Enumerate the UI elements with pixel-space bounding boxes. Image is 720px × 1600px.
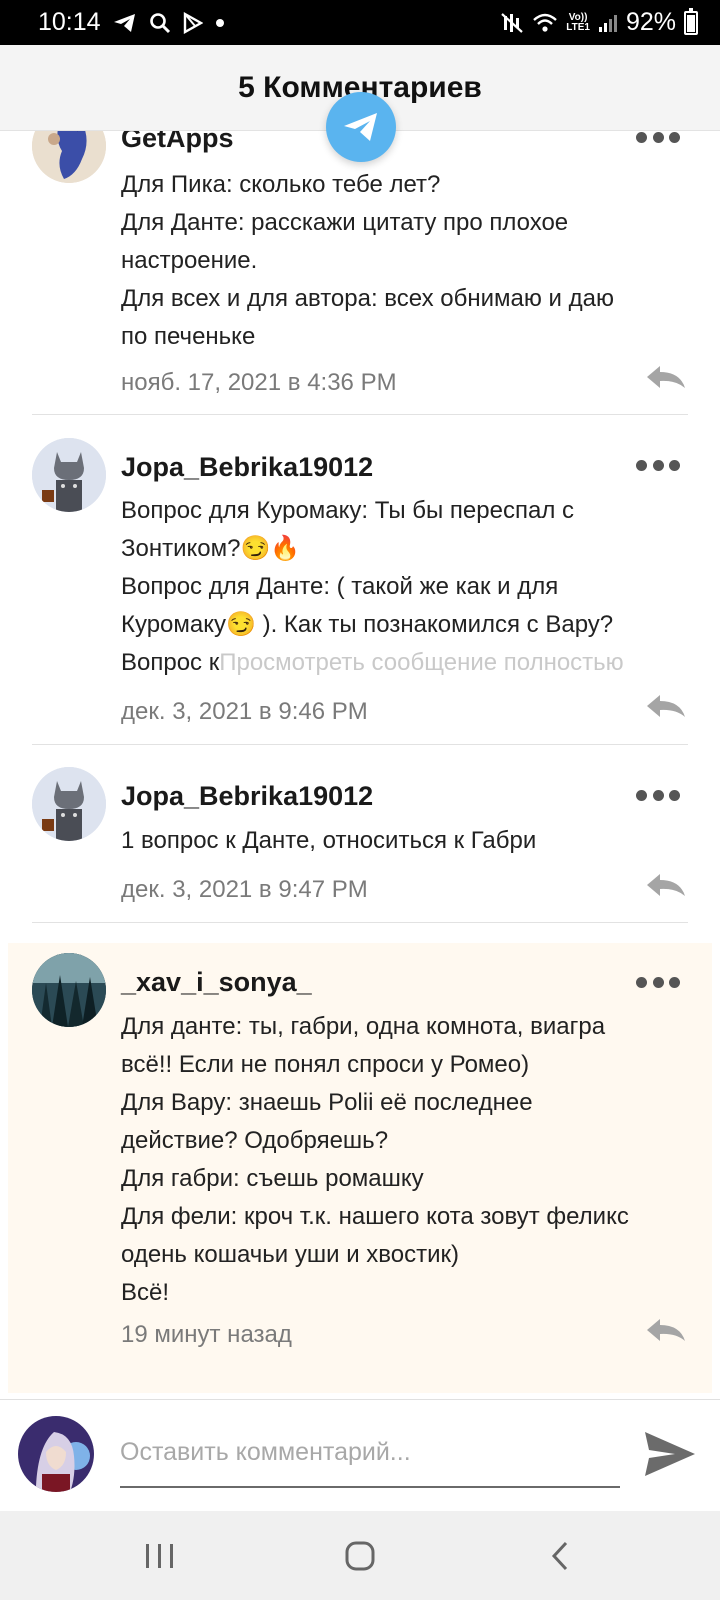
recent-apps-button[interactable]	[120, 1526, 200, 1586]
comment-body: 1 вопрос к Данте, относиться к Габри	[121, 822, 696, 860]
reply-icon	[647, 1319, 685, 1341]
reply-icon	[647, 874, 685, 896]
telegram-share-button[interactable]	[326, 92, 396, 162]
lte-bottom-label: LTE1	[566, 21, 590, 33]
reply-button[interactable]	[644, 1316, 688, 1344]
more-options-button[interactable]	[636, 972, 680, 992]
comment-username[interactable]: Jopa_Bebrika19012	[121, 781, 373, 812]
system-nav-bar	[0, 1511, 720, 1600]
status-bar: 10:14 Vo)) LTE1 92%	[0, 0, 720, 45]
comment-line: Для всех и для автора: всех обнимаю и да…	[121, 285, 614, 312]
comment-item-highlighted: _xav_i_sonya_ Для данте: ты, габри, одна…	[8, 943, 712, 1393]
view-full-message-link[interactable]: Просмотреть сообщение полностью	[219, 649, 623, 676]
comment-username[interactable]: _xav_i_sonya_	[121, 967, 312, 998]
comment-line: Для фели: кроч т.к. нашего кота зовут фе…	[121, 1203, 629, 1230]
comments-list[interactable]: GetApps Для Пика: сколько тебе лет? Для …	[0, 131, 720, 1399]
reply-icon	[647, 695, 685, 717]
battery-percent: 92%	[625, 8, 676, 36]
mute-icon	[500, 10, 524, 36]
home-icon	[345, 1541, 375, 1570]
comment-timestamp: дек. 3, 2021 в 9:46 PM	[121, 698, 368, 725]
back-button[interactable]	[520, 1526, 600, 1586]
lte-indicator: Vo)) LTE1	[566, 10, 590, 36]
comment-username[interactable]: GetApps	[121, 131, 234, 154]
reply-button[interactable]	[644, 363, 688, 391]
send-icon	[645, 1432, 695, 1476]
telegram-icon	[344, 113, 377, 141]
comment-line: Для Данте: расскажи цитату про плохое	[121, 209, 569, 236]
status-time: 10:14	[38, 8, 101, 36]
comment-line: по печеньке	[121, 323, 256, 350]
home-button[interactable]	[320, 1526, 400, 1586]
dot-icon	[215, 10, 225, 36]
comment-line: Вопрос для Данте: ( такой же как и для	[121, 573, 559, 600]
comment-line: Для Пика: сколько тебе лет?	[121, 171, 441, 198]
avatar[interactable]	[32, 438, 106, 512]
more-options-button[interactable]	[636, 785, 680, 805]
comment-item: Jopa_Bebrika19012 1 вопрос к Данте, отно…	[0, 745, 720, 923]
comment-timestamp: 19 минут назад	[121, 1321, 292, 1348]
user-avatar[interactable]	[18, 1416, 94, 1492]
comment-line: одень кошачьи уши и хвостик)	[121, 1241, 459, 1268]
reply-button[interactable]	[644, 692, 688, 720]
comment-input[interactable]	[120, 1418, 620, 1488]
back-icon	[551, 1541, 568, 1570]
reply-button[interactable]	[644, 871, 688, 899]
comment-item: GetApps Для Пика: сколько тебе лет? Для …	[0, 131, 720, 415]
comment-line: Куромаку😏 ). Как ты познакомился с Вару?	[121, 611, 614, 638]
send-button[interactable]	[640, 1424, 700, 1484]
recent-apps-icon	[146, 1543, 173, 1568]
more-options-button[interactable]	[636, 131, 680, 147]
comment-line: действие? Одобряешь?	[121, 1127, 389, 1154]
comment-input-bar	[0, 1399, 720, 1511]
signal-icon	[598, 10, 618, 36]
avatar[interactable]	[32, 767, 106, 841]
avatar[interactable]	[32, 131, 106, 183]
comment-line: Для данте: ты, габри, одна комнота, виаг…	[121, 1013, 606, 1040]
comment-body: Для Пика: сколько тебе лет? Для Данте: р…	[121, 166, 696, 356]
comment-line: всё!! Если не понял спроси у Ромео)	[121, 1051, 530, 1078]
comment-line: Вопрос для Куромаку: Ты бы переспал с	[121, 497, 574, 524]
lte-top-label: Vo))	[568, 11, 588, 23]
comment-line-truncated: Вопрос кПросмотреть сообщение полностью	[121, 644, 696, 682]
reply-icon	[647, 366, 685, 388]
comment-username[interactable]: Jopa_Bebrika19012	[121, 452, 373, 483]
comment-timestamp: дек. 3, 2021 в 9:47 PM	[121, 876, 368, 903]
comment-item: Jopa_Bebrika19012 Вопрос для Куромаку: Т…	[0, 415, 720, 745]
comment-line: Зонтиком?😏🔥	[121, 535, 301, 562]
comment-line: Для Вару: знаешь Polii её последнее	[121, 1089, 533, 1116]
more-options-button[interactable]	[636, 455, 680, 475]
telegram-icon	[113, 10, 137, 36]
search-icon	[149, 10, 171, 36]
comment-body: Для данте: ты, габри, одна комнота, виаг…	[121, 1008, 696, 1312]
comment-line: Всё!	[121, 1279, 170, 1306]
wifi-icon	[532, 10, 558, 36]
comment-line: настроение.	[121, 247, 258, 274]
comment-line: Для габри: съешь ромашку	[121, 1165, 424, 1192]
avatar[interactable]	[32, 953, 106, 1027]
battery-icon	[684, 7, 698, 35]
comment-line: 1 вопрос к Данте, относиться к Габри	[121, 827, 537, 854]
divider	[32, 922, 688, 923]
comment-timestamp: нояб. 17, 2021 в 4:36 PM	[121, 369, 397, 396]
comment-body: Вопрос для Куромаку: Ты бы переспал с Зо…	[121, 492, 696, 682]
comment-line: Вопрос к	[121, 649, 220, 676]
play-store-icon	[183, 10, 203, 36]
